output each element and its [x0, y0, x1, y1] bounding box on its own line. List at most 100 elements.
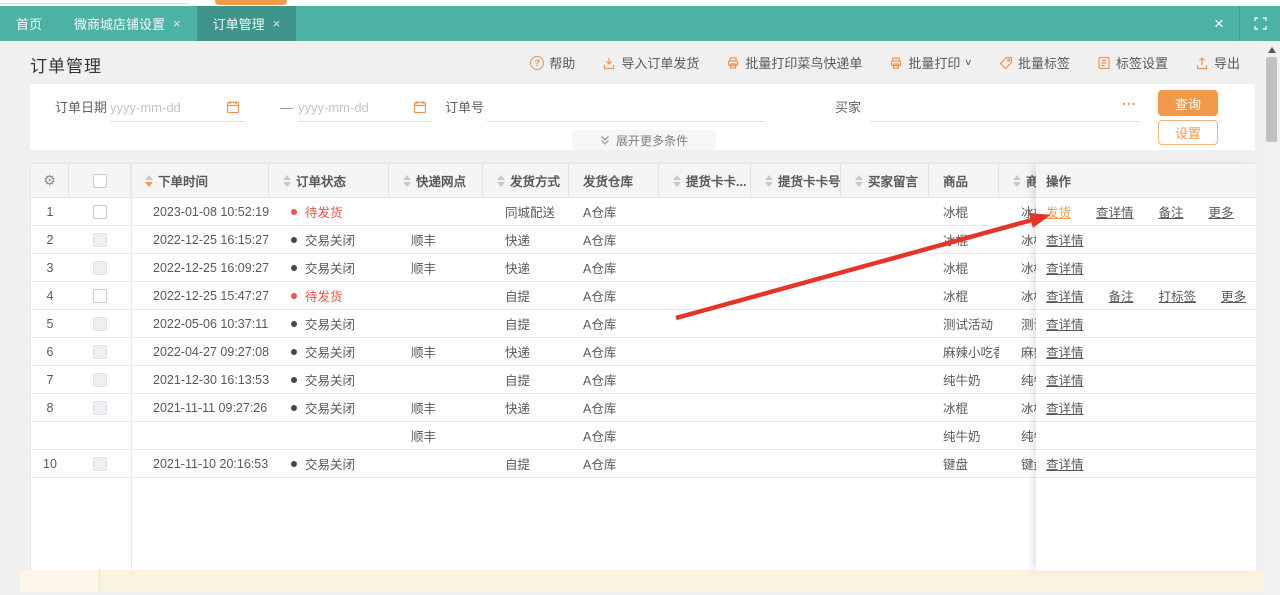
tab-label: 微商城店铺设置 [74, 14, 165, 33]
row-checkbox[interactable] [93, 205, 107, 219]
cell-card1 [659, 226, 751, 253]
expand-more-button[interactable]: 展开更多条件 [572, 130, 716, 150]
cell-courier: 顺丰 [389, 338, 483, 365]
cell-courier: 顺丰 [389, 422, 483, 449]
fullscreen-icon[interactable] [1240, 17, 1280, 30]
column-label: 买家留言 [868, 171, 918, 190]
cell-status [269, 422, 389, 449]
cell-prod: 冰棍 [929, 226, 999, 253]
cell-status: 交易关闭 [269, 254, 389, 281]
column-header-time[interactable]: 下单时间 [131, 164, 269, 197]
cell-courier: 顺丰 [389, 226, 483, 253]
cell-courier [389, 366, 483, 393]
sort-carets-icon[interactable] [283, 175, 291, 187]
cell-ship: 自提 [483, 310, 569, 337]
toolbar-printer-button[interactable]: 批量打印菜鸟快递单 [726, 53, 862, 72]
ops-link-查详情[interactable]: 查详情 [1046, 286, 1084, 305]
sort-carets-icon[interactable] [403, 175, 411, 187]
date-to-input[interactable] [298, 94, 432, 122]
column-header-card2[interactable]: 提货卡卡号 [751, 164, 841, 197]
column-header-courier[interactable]: 快递网点 [389, 164, 483, 197]
printer-icon [889, 56, 903, 70]
ops-link-更多[interactable]: 更多 [1221, 286, 1246, 305]
status-dot [291, 209, 297, 215]
cell-card2 [751, 450, 841, 477]
toolbar-tag-button[interactable]: 批量标签 [999, 53, 1070, 72]
column-label: 下单时间 [158, 171, 208, 190]
settings-button[interactable]: 设置 [1158, 120, 1218, 145]
column-header-card1[interactable]: 提货卡卡... [659, 164, 751, 197]
ops-row [1036, 422, 1256, 450]
column-label: 提货卡卡... [686, 171, 746, 190]
row-checkbox[interactable] [93, 289, 107, 303]
ops-row: 查详情 [1036, 338, 1256, 366]
toolbar-action-label: 导入订单发货 [621, 53, 699, 72]
cell-card2 [751, 310, 841, 337]
buyer-input[interactable] [870, 94, 1140, 122]
vertical-scrollbar[interactable] [1263, 41, 1280, 595]
column-header-status[interactable]: 订单状态 [269, 164, 389, 197]
tab-close-icon[interactable]: × [273, 16, 281, 31]
row-checkbox-cell [69, 338, 131, 365]
ops-link-查详情[interactable]: 查详情 [1096, 202, 1134, 221]
ops-link-查详情[interactable]: 查详情 [1046, 230, 1084, 249]
ops-link-查详情[interactable]: 查详情 [1046, 398, 1084, 417]
cell-prod: 测试活动 [929, 310, 999, 337]
ops-link-备注[interactable]: 备注 [1159, 202, 1184, 221]
order-no-input[interactable] [487, 94, 765, 122]
cell-courier [389, 282, 483, 309]
ops-link-更多[interactable]: 更多 [1209, 202, 1234, 221]
cell-card1 [659, 254, 751, 281]
ops-link-备注[interactable]: 备注 [1109, 286, 1134, 305]
calendar-icon[interactable] [413, 100, 427, 119]
tab-订单管理[interactable]: 订单管理× [197, 6, 297, 41]
sort-carets-icon[interactable] [145, 175, 153, 187]
cell-card1 [659, 282, 751, 309]
sort-carets-icon[interactable] [765, 175, 773, 187]
column-header-msg[interactable]: 买家留言 [841, 164, 929, 197]
ops-link-打标签[interactable]: 打标签 [1159, 286, 1197, 305]
ops-link-查详情[interactable]: 查详情 [1046, 370, 1084, 389]
sort-carets-icon[interactable] [497, 175, 505, 187]
cell-card1 [659, 310, 751, 337]
column-header-prod: 商品 [929, 164, 999, 197]
ops-link-查详情[interactable]: 查详情 [1046, 454, 1084, 473]
row-checkbox [93, 345, 107, 359]
sort-carets-icon[interactable] [673, 175, 681, 187]
toolbar-export-button[interactable]: 导出 [1195, 53, 1240, 72]
row-index: 8 [31, 394, 69, 421]
column-header-ship[interactable]: 发货方式 [483, 164, 569, 197]
toolbar-help-button[interactable]: ?帮助 [530, 53, 575, 72]
scrollbar-thumb[interactable] [1266, 57, 1277, 142]
ops-link-发货[interactable]: 发货 [1046, 202, 1071, 221]
date-from-input[interactable] [110, 94, 245, 122]
tab-微商城店铺设置[interactable]: 微商城店铺设置 × [58, 6, 197, 41]
cell-status: 交易关闭 [269, 394, 389, 421]
sort-carets-icon[interactable] [1013, 175, 1021, 187]
calendar-icon[interactable] [226, 100, 240, 119]
select-all-checkbox[interactable] [93, 174, 107, 188]
toolbar-tag-settings-button[interactable]: 标签设置 [1097, 53, 1168, 72]
cell-ship [483, 422, 569, 449]
tab-首页[interactable]: 首页 [0, 6, 58, 41]
orange-button-remnant [215, 0, 287, 5]
chevron-down-icon: ∨ [964, 57, 973, 68]
search-button[interactable]: 查询 [1158, 90, 1218, 116]
tab-close-icon[interactable]: × [173, 16, 181, 31]
row-checkbox-cell [69, 422, 131, 449]
cell-time: 2021-11-10 20:16:53 [131, 450, 269, 477]
toolbar-printer-button[interactable]: 批量打印∨ [889, 53, 972, 72]
ops-link-查详情[interactable]: 查详情 [1046, 314, 1084, 333]
status-text: 交易关闭 [305, 370, 355, 389]
close-all-icon[interactable]: × [1199, 6, 1239, 41]
column-label: 商品 [943, 171, 968, 190]
scroll-up-icon[interactable] [1268, 47, 1276, 53]
tag-settings-icon [1097, 56, 1111, 70]
ops-link-查详情[interactable]: 查详情 [1046, 342, 1084, 361]
ops-link-查详情[interactable]: 查详情 [1046, 258, 1084, 277]
buyer-more-link[interactable]: ... [1122, 92, 1137, 108]
cell-msg [841, 226, 929, 253]
toolbar-import-button[interactable]: 导入订单发货 [602, 53, 699, 72]
sort-carets-icon[interactable] [855, 175, 863, 187]
gear-icon[interactable]: ⚙ [43, 172, 56, 189]
